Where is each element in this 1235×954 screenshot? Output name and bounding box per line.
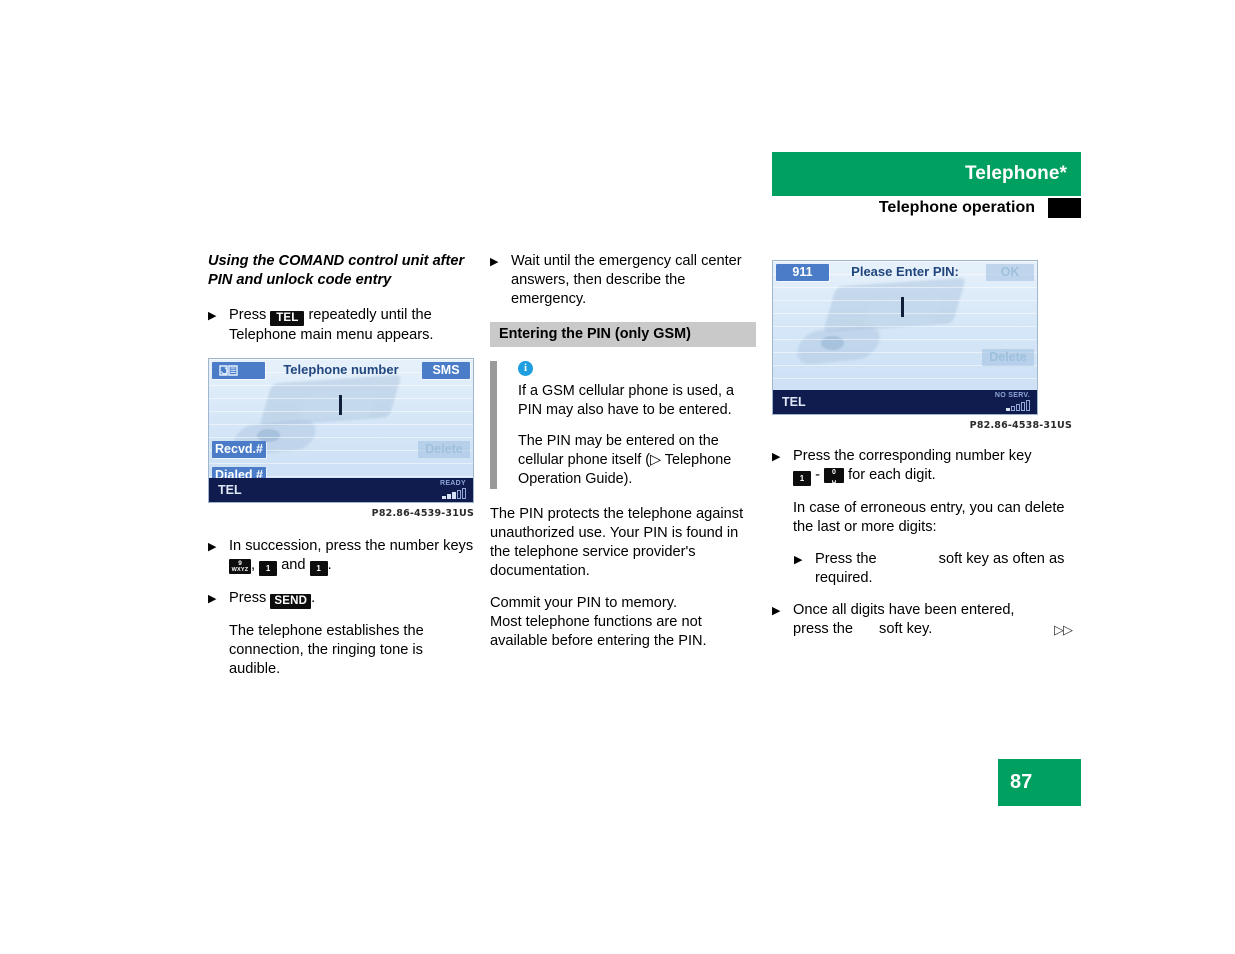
softkey-sms[interactable]: SMS	[422, 362, 470, 379]
chapter-marker	[1048, 198, 1081, 218]
column-three: 911 Please Enter PIN: OK Delete TEL NO S…	[772, 252, 1073, 652]
key-1-glyph: 1	[793, 471, 811, 486]
press-label: press the	[793, 621, 854, 637]
key-9-wxyz-glyph: 9 WXYZ	[229, 559, 251, 574]
key-1-glyph: 1	[259, 561, 278, 576]
send-key-glyph: SEND	[270, 594, 312, 609]
signal-status-text: READY	[439, 480, 466, 487]
period: .	[327, 557, 332, 573]
commit-line-2: Most telephone functions are not availab…	[490, 614, 707, 649]
softkey-received-numbers[interactable]: Recvd.#	[212, 441, 266, 458]
page-title: Telephone*	[965, 163, 1067, 184]
figure-enter-pin: 911 Please Enter PIN: OK Delete TEL NO S…	[772, 260, 1072, 431]
instruction-text: Press the corresponding number key 1 - 0…	[793, 447, 1072, 486]
press-label: Press	[229, 590, 267, 606]
instruction-wait-emergency: ▶ Wait until the emergency call center a…	[490, 252, 756, 309]
key-digit: 9	[238, 560, 242, 567]
press-label: Press the	[815, 551, 877, 567]
instruction-press-number-key-range: ▶ Press the corresponding number key 1 -…	[772, 447, 1072, 486]
instruction-text: Wait until the emergency call center ans…	[511, 253, 742, 307]
tel-key-glyph: TEL	[270, 311, 305, 326]
instruction-tail: soft key.	[879, 621, 933, 637]
bullet-triangle-icon: ▶	[208, 541, 217, 553]
instruction-press-number-keys: ▶ In succession, press the number keys 9…	[208, 537, 474, 576]
watermark-shape	[256, 429, 281, 442]
status-mode-label: TEL	[782, 395, 806, 409]
status-mode-label: TEL	[218, 483, 242, 497]
section-subtitle: Telephone operation	[878, 199, 1035, 216]
period: .	[311, 590, 316, 606]
subsection-heading-entering-pin: Entering the PIN (only GSM)	[490, 322, 756, 347]
signal-indicator: READY	[440, 480, 466, 499]
section-heading-comand: Using the COMAND control unit after PIN …	[208, 253, 465, 288]
display-status-bar: TEL NO SERV.	[773, 390, 1037, 414]
comand-display-pin: 911 Please Enter PIN: OK Delete TEL NO S…	[772, 260, 1038, 415]
bullet-triangle-icon: ▶	[490, 256, 499, 268]
instruction-press-tel: ▶ Press TEL repeatedly until the Telepho…	[208, 306, 474, 345]
paragraph-pin-protection: The PIN protects the telephone against u…	[490, 506, 744, 579]
instruction-lead: Press the corresponding number key	[793, 448, 1032, 464]
softkey-delete[interactable]: Delete	[418, 441, 470, 458]
comma: ,	[251, 557, 256, 573]
key-letters: WXYZ	[231, 567, 249, 573]
comand-display-telephone: Telephone number SMS Recvd.# Delete Dial…	[208, 358, 474, 503]
figure-caption: P82.86-4539-31US	[371, 508, 474, 519]
instruction-text: Press TEL repeatedly until the Telephone…	[229, 306, 474, 345]
bullet-triangle-icon: ▶	[794, 554, 803, 566]
column-one: Using the COMAND control unit after PIN …	[208, 252, 474, 692]
signal-bars-icon	[995, 400, 1030, 411]
header-green-banner: Telephone*	[772, 152, 1081, 196]
instruction-press-delete-softkey: ▶ Press the soft key as often as required…	[794, 550, 1072, 588]
instruction-press-ok-softkey: ▶ Once all digits have been entered, pres…	[772, 601, 1073, 639]
info-icon: i	[518, 361, 533, 376]
info-note-box: i If a GSM cellular phone is used, a PIN…	[490, 361, 756, 489]
instruction-text: In succession, press the number keys 9 WX…	[229, 537, 474, 576]
bullet-triangle-icon: ▶	[208, 310, 217, 322]
page-number: 87	[1010, 771, 1033, 793]
signal-status-text: NO SERV.	[994, 392, 1030, 399]
display-status-bar: TEL READY	[209, 478, 473, 502]
header-subtitle-row: Telephone operation	[772, 198, 1081, 222]
softkey-delete[interactable]: Delete	[982, 349, 1034, 366]
bullet-triangle-icon: ▶	[772, 605, 781, 617]
key-space-symbol: ␣	[831, 476, 837, 483]
column-two: ▶ Wait until the emergency call center a…	[490, 252, 756, 651]
note-side-bar	[490, 361, 497, 489]
instruction-lead: Once all digits have been entered,	[793, 602, 1015, 618]
figure-caption: P82.86-4538-31US	[969, 420, 1072, 431]
figure-telephone-main-menu: Telephone number SMS Recvd.# Delete Dial…	[208, 358, 474, 519]
bullet-triangle-icon: ▶	[208, 593, 217, 605]
note-paragraph-1: If a GSM cellular phone is used, a PIN m…	[518, 383, 734, 418]
commit-line-1: Commit your PIN to memory.	[490, 595, 678, 611]
watermark-shape	[820, 335, 845, 350]
instruction-text: Press the soft key as often as required.	[815, 550, 1072, 588]
continuation-arrows-icon: ▷▷	[1054, 622, 1073, 637]
paragraph-erroneous-entry: In case of erroneous entry, you can dele…	[793, 500, 1065, 535]
instruction-tail: for each digit.	[848, 467, 936, 483]
paragraph-connection-result: The telephone establishes the connection…	[229, 623, 424, 677]
press-label: Press	[229, 307, 267, 323]
key-1-glyph: 1	[309, 561, 328, 576]
text-cursor	[901, 297, 904, 317]
softkey-ok[interactable]: OK	[986, 264, 1034, 281]
text-cursor	[339, 395, 342, 415]
note-paragraph-2: The PIN may be entered on the cellular p…	[518, 433, 732, 487]
conjunction: and	[281, 557, 306, 573]
signal-indicator: NO SERV.	[995, 392, 1030, 411]
bullet-triangle-icon: ▶	[772, 451, 781, 463]
instruction-text: Press SEND.	[229, 589, 474, 609]
instruction-lead: In succession, press the number keys	[229, 538, 474, 554]
paragraph-commit-pin: Commit your PIN to memory. Most telephone…	[490, 594, 756, 651]
instruction-text: Once all digits have been entered, press …	[793, 601, 1072, 639]
page-number-box: 87	[998, 759, 1081, 806]
key-0-glyph: 0 ␣	[824, 468, 844, 483]
instruction-press-send: ▶ Press SEND.	[208, 589, 474, 609]
range-dash: -	[815, 467, 820, 483]
signal-bars-icon	[440, 488, 466, 499]
